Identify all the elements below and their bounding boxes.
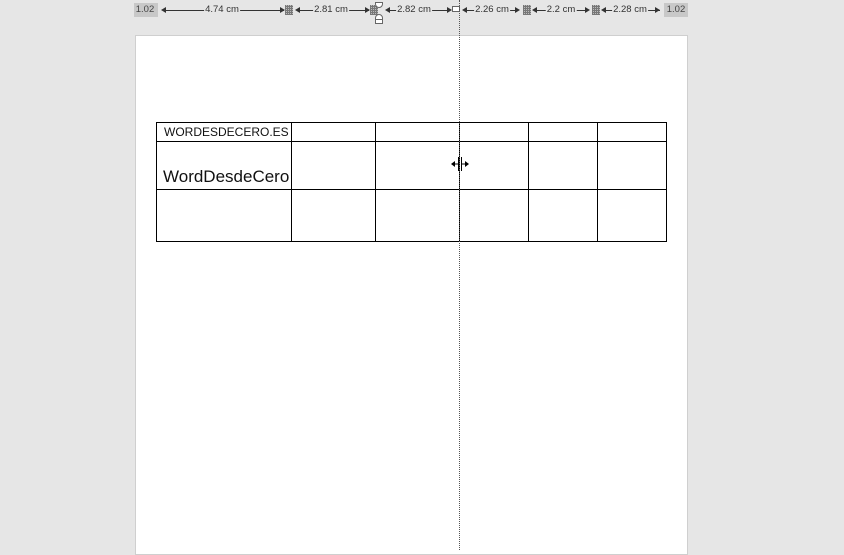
table-cell[interactable] xyxy=(596,141,668,190)
ruler-left-indent[interactable] xyxy=(375,19,383,24)
ruler-column-marker[interactable] xyxy=(523,5,531,15)
ruler-column-width-1: 4.74 cm xyxy=(204,4,240,16)
table-cell[interactable] xyxy=(374,189,461,242)
table-cell[interactable] xyxy=(290,141,376,190)
ruler-column-marker[interactable] xyxy=(592,5,600,15)
ruler-column-width-4: 2.26 cm xyxy=(474,4,510,16)
column-drag-guide-line xyxy=(459,0,460,550)
table-cell[interactable]: WORDESDECERO.ES xyxy=(156,122,292,142)
ruler-track: 1.02 1.02 4.74 cm 2.81 cm 2.82 cm 2.26 c… xyxy=(134,2,688,24)
table-cell[interactable] xyxy=(459,189,530,242)
ruler-right-margin-label: 1.02 xyxy=(666,4,686,15)
table-cell[interactable] xyxy=(290,189,376,242)
table-cell[interactable] xyxy=(374,122,461,142)
ruler-arrow-right-icon xyxy=(655,7,660,13)
ruler-column-width-6: 2.28 cm xyxy=(612,4,648,16)
table-cell[interactable] xyxy=(459,141,530,190)
ruler-column-width-3: 2.82 cm xyxy=(396,4,432,16)
column-resize-cursor-icon xyxy=(451,157,469,171)
ruler-left-margin-label: 1.02 xyxy=(135,4,155,15)
table-cell[interactable] xyxy=(596,189,668,242)
ruler-arrow-right-icon xyxy=(585,7,590,13)
table-cell[interactable] xyxy=(596,122,668,142)
document-table[interactable]: WORDESDECERO.ES WordDesdeCero xyxy=(156,122,668,242)
table-cell[interactable] xyxy=(290,122,376,142)
ruler-column-width-5: 2.2 cm xyxy=(545,4,577,16)
table-cell[interactable] xyxy=(459,122,530,142)
ruler-arrow-right-icon xyxy=(515,7,520,13)
table-row: WORDESDECERO.ES xyxy=(156,122,668,142)
table-cell[interactable] xyxy=(156,189,292,242)
ruler-column-width-2: 2.81 cm xyxy=(313,4,349,16)
ruler-first-line-indent[interactable] xyxy=(375,2,383,8)
ruler-column-marker[interactable] xyxy=(285,5,293,15)
table-row: WordDesdeCero xyxy=(156,141,668,190)
document-page[interactable] xyxy=(135,35,688,555)
table-cell[interactable] xyxy=(374,141,461,190)
table-cell[interactable]: WordDesdeCero xyxy=(156,141,292,190)
table-cell[interactable] xyxy=(528,189,598,242)
horizontal-ruler[interactable]: 1.02 1.02 4.74 cm 2.81 cm 2.82 cm 2.26 c… xyxy=(0,0,844,24)
table-cell[interactable] xyxy=(528,141,598,190)
table-cell[interactable] xyxy=(528,122,598,142)
table-row xyxy=(156,189,668,242)
